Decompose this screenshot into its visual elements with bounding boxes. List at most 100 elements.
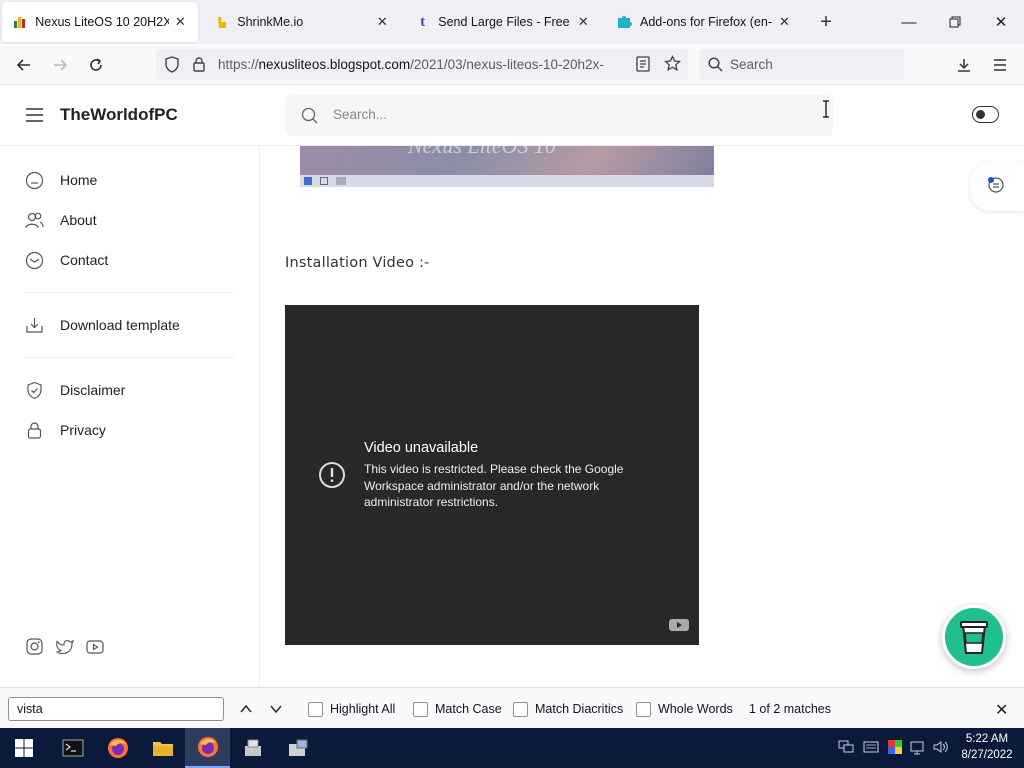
close-find-bar-icon[interactable]: ✕: [995, 700, 1008, 720]
back-icon[interactable]: [9, 50, 39, 80]
checkbox-label: Match Diacritics: [535, 702, 624, 716]
sidebar-item-about[interactable]: About: [24, 208, 97, 232]
tab-title: Send Large Files - Free Secu: [438, 15, 571, 29]
sidebar-item-label: Privacy: [60, 422, 106, 438]
list-icon: [986, 175, 1006, 198]
close-tab-icon[interactable]: ✕: [777, 14, 792, 30]
keyboard-icon[interactable]: [863, 741, 879, 756]
sidebar-item-privacy[interactable]: Privacy: [24, 418, 106, 442]
navigation-toolbar: https://nexusliteos.blogspot.com/2021/03…: [0, 44, 1024, 85]
network-icon[interactable]: [838, 740, 854, 757]
site-search-input[interactable]: Search...: [285, 95, 833, 136]
buy-me-a-coffee-button[interactable]: [942, 605, 1006, 669]
bookmark-star-icon[interactable]: [663, 54, 682, 75]
system-clock[interactable]: 5:22 AM 8/27/2022: [958, 731, 1016, 763]
close-tab-icon[interactable]: ✕: [576, 14, 591, 30]
find-previous-icon[interactable]: [238, 701, 254, 720]
setup-tool-icon[interactable]: [275, 728, 320, 768]
url-bar[interactable]: https://nexusliteos.blogspot.com/2021/03…: [156, 49, 688, 80]
coffee-cup-icon: [960, 619, 988, 660]
find-next-icon[interactable]: [268, 701, 284, 720]
twitter-icon[interactable]: [54, 639, 75, 657]
sidebar-item-label: Download template: [60, 317, 180, 333]
match-diacritics-checkbox[interactable]: Match Diacritics: [513, 700, 623, 718]
reload-icon[interactable]: [81, 50, 111, 80]
checkbox-box: [308, 701, 323, 717]
find-in-page-bar: vista Highlight All Match Case Match Dia…: [0, 687, 1024, 729]
windows-start-icon[interactable]: [1, 728, 46, 768]
sidebar-divider: [24, 292, 234, 293]
app-installer-icon[interactable]: [230, 728, 275, 768]
web-page: Nexus LiteOS 10 Installation Video :- Vi…: [0, 85, 1024, 687]
display-icon[interactable]: [910, 740, 926, 758]
checkbox-box: [413, 701, 428, 717]
volume-icon[interactable]: [933, 740, 949, 757]
sidebar-item-download-template[interactable]: Download template: [24, 313, 180, 337]
hand-favicon-icon: [214, 14, 229, 30]
t-favicon-icon: t: [420, 13, 426, 30]
close-tab-icon[interactable]: ✕: [375, 14, 390, 30]
instagram-icon[interactable]: [26, 638, 43, 658]
downloads-icon[interactable]: [949, 50, 979, 80]
forward-icon[interactable]: [45, 50, 75, 80]
whole-words-checkbox[interactable]: Whole Words: [636, 700, 733, 718]
shield-check-icon: [24, 380, 44, 400]
search-icon: [708, 57, 723, 75]
text-cursor-icon: [821, 100, 831, 121]
clock-date: 8/27/2022: [961, 749, 1013, 761]
tab-title: Add-ons for Firefox (en-US): [640, 15, 773, 29]
close-window-icon[interactable]: ✕: [978, 0, 1024, 44]
video-title: Video unavailable: [364, 440, 479, 456]
youtube-icon[interactable]: [86, 640, 104, 657]
restore-icon[interactable]: [932, 0, 978, 44]
find-input[interactable]: vista: [8, 697, 224, 721]
match-case-checkbox[interactable]: Match Case: [413, 700, 502, 718]
sidebar-item-label: About: [60, 212, 97, 228]
clock-time: 5:22 AM: [965, 733, 1009, 745]
lock-icon: [24, 420, 44, 440]
checkbox-box: [636, 701, 651, 717]
firefox-icon[interactable]: [95, 728, 140, 768]
tab-nexus-liteos[interactable]: Nexus LiteOS 10 20H2X (19 ✕: [2, 2, 198, 42]
video-message: This video is restricted. Please check t…: [364, 462, 624, 509]
close-tab-icon[interactable]: ✕: [173, 14, 188, 30]
reader-view-icon[interactable]: [636, 56, 650, 75]
sidebar-item-home[interactable]: Home: [24, 168, 97, 192]
youtube-logo-icon[interactable]: [668, 618, 690, 635]
browser-search-bar[interactable]: Search: [699, 49, 904, 80]
tab-addons-firefox[interactable]: Add-ons for Firefox (en-US) ✕: [606, 0, 802, 44]
color-app-icon[interactable]: [888, 740, 902, 757]
file-explorer-icon[interactable]: [140, 728, 185, 768]
url-text[interactable]: https://nexusliteos.blogspot.com/2021/03…: [218, 57, 623, 72]
lock-icon[interactable]: [192, 56, 206, 75]
checkbox-box: [513, 701, 528, 717]
site-brand[interactable]: TheWorldofPC: [60, 105, 178, 125]
window-icon: [336, 177, 346, 185]
reading-panel-button[interactable]: [970, 163, 1024, 211]
tab-send-large-files[interactable]: t Send Large Files - Free Secu ✕: [405, 0, 601, 44]
highlight-all-checkbox[interactable]: Highlight All: [308, 700, 395, 718]
dark-mode-toggle[interactable]: [972, 106, 999, 123]
terminal-icon[interactable]: [50, 728, 95, 768]
firefox-active-icon[interactable]: [185, 728, 230, 768]
tab-shrinkme[interactable]: ShrinkMe.io ✕: [204, 0, 400, 44]
start-icon: [304, 177, 312, 185]
sidebar-item-contact[interactable]: Contact: [24, 248, 108, 272]
sidebar-item-disclaimer[interactable]: Disclaimer: [24, 378, 125, 402]
sidebar-item-label: Disclaimer: [60, 382, 126, 398]
checkbox-label: Whole Words: [658, 702, 733, 716]
embedded-video-player[interactable]: Video unavailable This video is restrict…: [285, 305, 699, 645]
sidebar-item-label: Home: [60, 172, 98, 188]
menu-hamburger-icon[interactable]: [985, 50, 1015, 80]
windows-taskbar: 5:22 AM 8/27/2022: [0, 728, 1024, 768]
search-icon: [301, 107, 318, 127]
search-icon: [320, 177, 328, 185]
new-tab-icon[interactable]: +: [813, 8, 839, 36]
tracking-shield-icon[interactable]: [164, 56, 180, 76]
users-icon: [24, 210, 44, 230]
blogger-favicon-icon: [12, 14, 27, 30]
hamburger-menu-icon[interactable]: [25, 107, 44, 126]
minimize-icon[interactable]: —: [886, 0, 932, 44]
site-header: TheWorldofPC Search...: [0, 85, 1024, 146]
checkbox-label: Match Case: [435, 702, 502, 716]
